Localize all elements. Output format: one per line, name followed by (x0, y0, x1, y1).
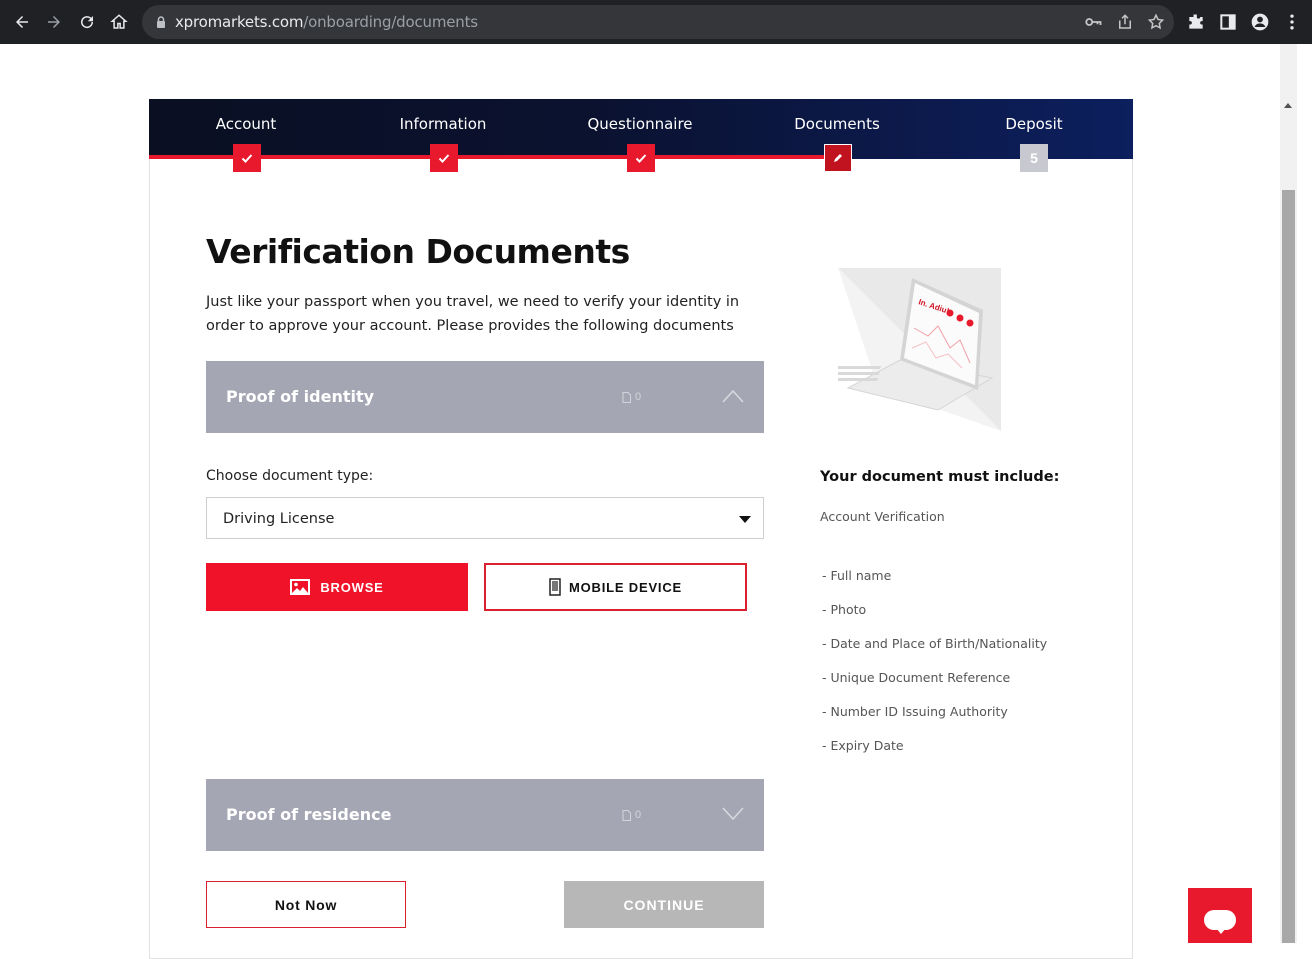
identity-file-count: 0 (622, 391, 641, 403)
step-deposit-number: 5 (1020, 144, 1048, 172)
step-documents-label[interactable]: Documents (757, 115, 917, 133)
browse-label: BROWSE (320, 579, 384, 595)
list-item: - Photo (822, 602, 867, 617)
chat-button[interactable] (1188, 888, 1252, 943)
window-edge (1297, 44, 1312, 943)
forward-icon[interactable] (42, 10, 66, 34)
step-account-check-icon (233, 144, 261, 172)
mobile-device-label: MOBILE DEVICE (569, 579, 682, 595)
step-deposit-label[interactable]: Deposit (954, 115, 1114, 133)
step-questionnaire-label[interactable]: Questionnaire (560, 115, 720, 133)
scroll-up-arrow[interactable] (1284, 103, 1292, 108)
continue-button[interactable]: CONTINUE (564, 881, 764, 928)
document-type-select[interactable]: Driving License (206, 497, 764, 539)
url-text: xpromarkets.com/onboarding/documents (175, 13, 478, 31)
key-icon[interactable] (1084, 13, 1102, 31)
back-icon[interactable] (10, 10, 34, 34)
list-item: - Expiry Date (822, 738, 904, 753)
home-icon[interactable] (107, 10, 131, 34)
step-questionnaire-check-icon (627, 144, 655, 172)
profile-icon[interactable] (1250, 12, 1270, 32)
page-title: Verification Documents (206, 232, 630, 271)
chevron-up-icon[interactable] (722, 389, 744, 403)
list-item: - Number ID Issuing Authority (822, 704, 1008, 719)
requirements-list: - Full name - Photo - Date and Place of … (822, 568, 1047, 772)
chevron-down-icon[interactable] (722, 807, 744, 821)
requirements-subtitle: Account Verification (820, 509, 945, 524)
reload-icon[interactable] (75, 10, 99, 34)
page-intro: Just like your passport when you travel,… (206, 294, 740, 334)
extensions-icon[interactable] (1186, 12, 1206, 32)
not-now-button[interactable]: Not Now (206, 881, 406, 928)
address-bar[interactable]: xpromarkets.com/onboarding/documents (142, 5, 1174, 39)
requirements-title: Your document must include: (820, 469, 1060, 485)
proof-of-identity-title: Proof of identity (226, 387, 375, 406)
step-information-check-icon (430, 144, 458, 172)
scrollbar-thumb[interactable] (1282, 190, 1295, 943)
menu-icon[interactable] (1282, 12, 1302, 32)
lock-icon[interactable] (154, 15, 168, 29)
step-documents-pencil-icon (824, 144, 852, 172)
list-item: - Date and Place of Birth/Nationality (822, 636, 1048, 651)
file-icon (622, 809, 631, 821)
list-item: - Unique Document Reference (822, 670, 1011, 685)
tablet-illustration: In. Adiu! (838, 268, 1001, 431)
chat-icon (1204, 909, 1236, 934)
sidepanel-icon[interactable] (1218, 12, 1238, 32)
list-item: - Full name (822, 568, 892, 583)
star-icon[interactable] (1147, 13, 1165, 31)
proof-of-residence-title: Proof of residence (226, 805, 392, 824)
browser-toolbar: xpromarkets.com/onboarding/documents (0, 0, 1312, 44)
share-icon[interactable] (1116, 13, 1134, 31)
phone-icon (549, 578, 561, 596)
file-icon (622, 391, 631, 403)
mobile-device-button[interactable]: MOBILE DEVICE (484, 563, 747, 611)
document-type-value: Driving License (223, 511, 335, 527)
residence-file-count: 0 (622, 809, 641, 821)
step-information-label[interactable]: Information (363, 115, 523, 133)
proof-of-residence-header[interactable]: Proof of residence 0 (206, 779, 764, 851)
step-account-label[interactable]: Account (166, 115, 326, 133)
browse-button[interactable]: BROWSE (206, 563, 468, 611)
caret-down-icon (739, 516, 751, 523)
image-icon (290, 579, 311, 595)
document-type-label: Choose document type: (206, 468, 374, 484)
proof-of-identity-header[interactable]: Proof of identity 0 (206, 361, 764, 433)
